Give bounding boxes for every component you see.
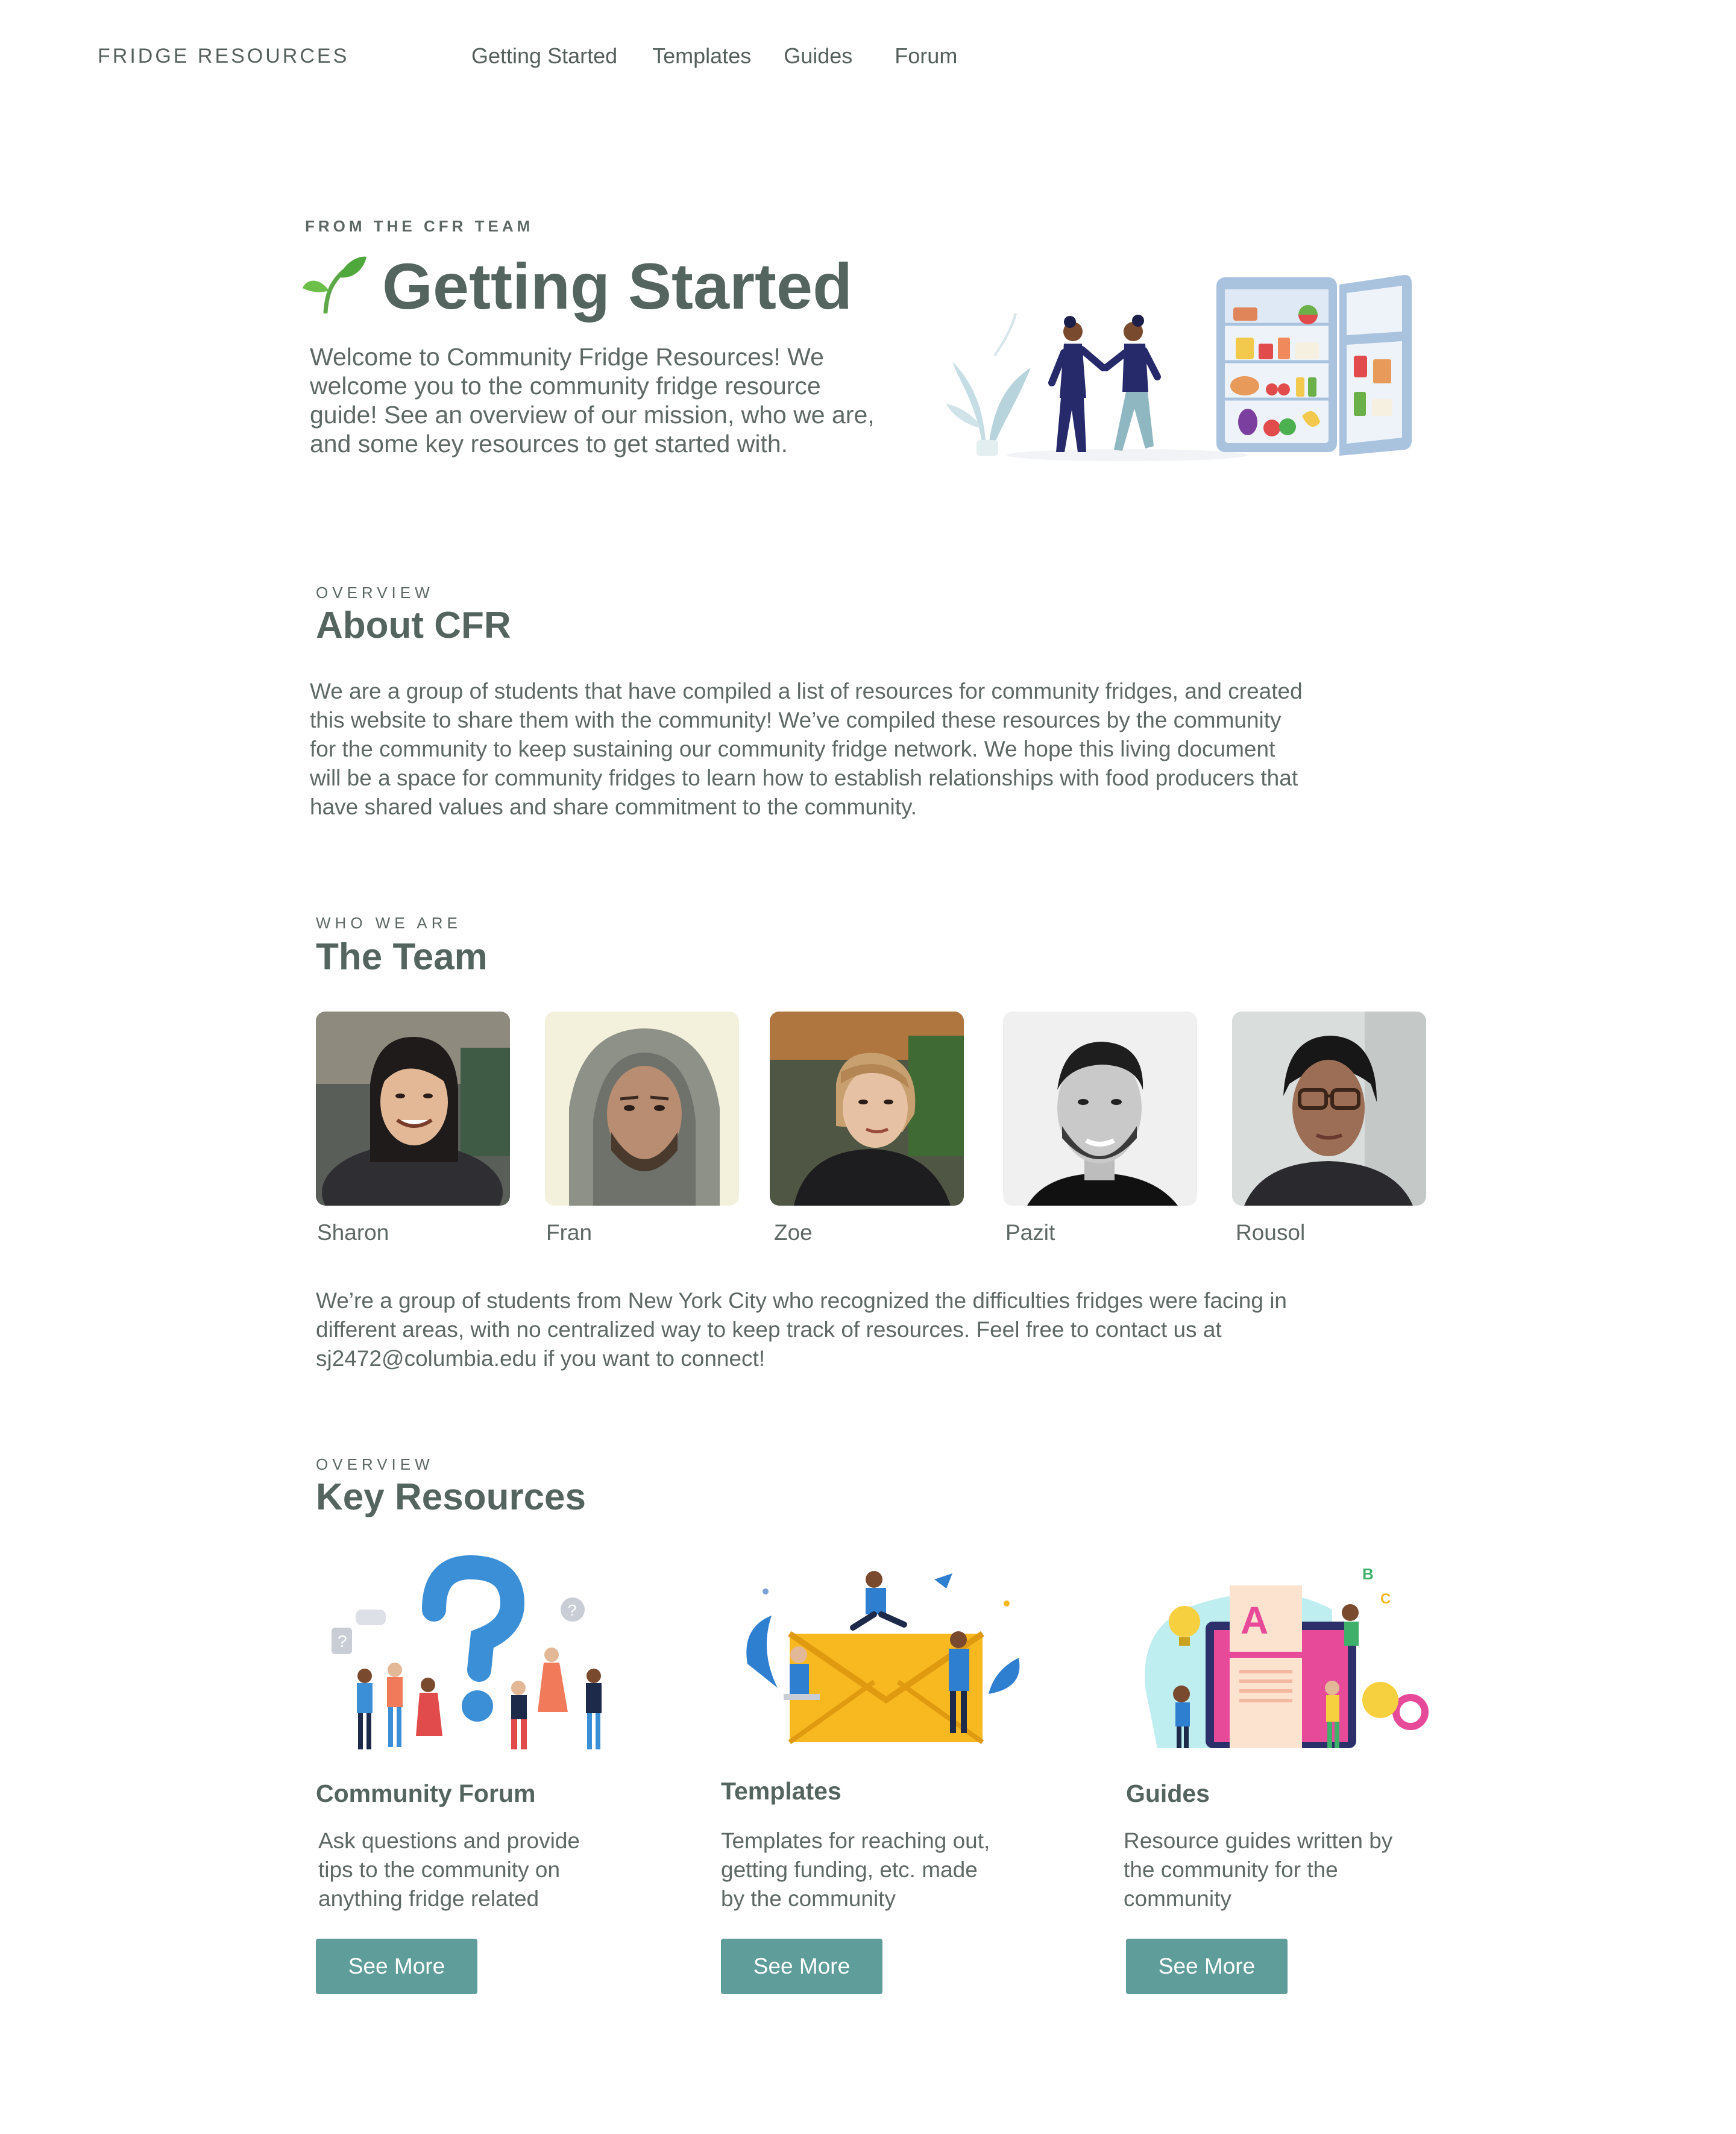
- team-photo-rousol: [1232, 1012, 1426, 1206]
- about-title: About CFR: [316, 605, 511, 646]
- hero-eyebrow: FROM THE CFR TEAM: [305, 217, 534, 235]
- resources-eyebrow: OVERVIEW: [316, 1455, 434, 1473]
- team-description: We’re a group of students from New York …: [316, 1286, 1287, 1373]
- templates-description-line: Templates for reaching out,: [721, 1828, 990, 1853]
- team-description-line: We’re a group of students from New York …: [316, 1288, 1287, 1313]
- about-line: for the community to keep sustaining our…: [310, 737, 1275, 761]
- team-photo-pazit: [1003, 1012, 1197, 1206]
- team-photo-sharon: [316, 1012, 510, 1206]
- forum-illustration: ? ?: [332, 1555, 602, 1749]
- svg-text:C: C: [1380, 1591, 1391, 1607]
- about-line: will be a space for community fridges to…: [310, 766, 1298, 790]
- team-name-sharon: Sharon: [317, 1220, 389, 1245]
- nav-link-forum[interactable]: Forum: [895, 43, 957, 69]
- templates-description-line: by the community: [721, 1886, 896, 1911]
- forum-description-line: anything fridge related: [318, 1886, 539, 1911]
- templates-card-title: Templates: [721, 1777, 841, 1805]
- team-name-fran: Fran: [546, 1220, 593, 1245]
- about-line: have shared values and share commitment …: [310, 795, 917, 819]
- team-photo-zoe: [770, 1012, 964, 1206]
- guides-description-line: the community for the: [1124, 1857, 1338, 1882]
- forum-card-description: Ask questions and provide tips to the co…: [318, 1827, 632, 1913]
- forum-description-line: tips to the community on: [318, 1857, 561, 1882]
- fridge-illustration: [946, 275, 1412, 461]
- page: FRIDGE RESOURCES Getting Started Templat…: [0, 0, 1736, 2134]
- guides-description-line: Resource guides written by: [1124, 1828, 1393, 1853]
- templates-illustration: [746, 1571, 1020, 1745]
- forum-see-more-button[interactable]: See More: [316, 1939, 477, 1994]
- templates-see-more-button[interactable]: See More: [721, 1939, 882, 1994]
- resources-title: Key Resources: [316, 1476, 587, 1518]
- guides-card-title: Guides: [1126, 1780, 1210, 1807]
- nav-link-getting-started[interactable]: Getting Started: [471, 43, 617, 69]
- team-name-zoe: Zoe: [774, 1220, 813, 1245]
- team-name-pazit: Pazit: [1005, 1220, 1055, 1245]
- templates-description-line: getting funding, etc. made: [721, 1857, 978, 1882]
- nav-link-templates[interactable]: Templates: [652, 43, 751, 69]
- brand-logo[interactable]: FRIDGE RESOURCES: [98, 45, 349, 68]
- sprout-icon: [303, 256, 366, 313]
- svg-text:A: A: [1241, 1599, 1268, 1642]
- team-photo-fran: [545, 1012, 739, 1206]
- hero-intro-line: welcome you to the community fridge reso…: [310, 372, 821, 400]
- about-line: this website to share them with the comm…: [310, 708, 1282, 732]
- page-title: Getting Started: [382, 250, 853, 323]
- svg-text:?: ?: [338, 1632, 347, 1651]
- hero-intro-line: Welcome to Community Fridge Resources! W…: [310, 343, 824, 371]
- hero-intro: Welcome to Community Fridge Resources! W…: [310, 342, 875, 458]
- team-eyebrow: WHO WE ARE: [316, 914, 462, 932]
- guides-card-description: Resource guides written by the community…: [1124, 1827, 1437, 1913]
- forum-description-line: Ask questions and provide: [318, 1828, 580, 1853]
- about-line: We are a group of students that have com…: [310, 679, 1303, 703]
- about-eyebrow: OVERVIEW: [316, 584, 434, 602]
- team-name-rousol: Rousol: [1236, 1220, 1306, 1245]
- guides-description-line: community: [1124, 1886, 1231, 1911]
- svg-text:?: ?: [568, 1601, 576, 1619]
- team-description-line: different areas, with no centralized way…: [316, 1317, 1222, 1342]
- team-description-line: sj2472@columbia.edu if you want to conne…: [316, 1346, 766, 1371]
- hero-intro-line: and some key resources to get started wi…: [310, 430, 788, 458]
- hero-intro-line: guide! See an overview of our mission, w…: [310, 401, 875, 429]
- guides-see-more-button[interactable]: See More: [1126, 1939, 1288, 1994]
- main-nav: Getting Started Templates Guides Forum: [471, 43, 957, 69]
- svg-text:B: B: [1362, 1565, 1374, 1583]
- templates-card-description: Templates for reaching out, getting fund…: [721, 1827, 1034, 1913]
- team-title: The Team: [316, 936, 488, 978]
- guides-illustration: A B C: [1145, 1565, 1429, 1748]
- nav-link-guides[interactable]: Guides: [784, 43, 852, 69]
- about-paragraph: We are a group of students that have com…: [310, 677, 1303, 822]
- forum-card-title: Community Forum: [316, 1780, 536, 1807]
